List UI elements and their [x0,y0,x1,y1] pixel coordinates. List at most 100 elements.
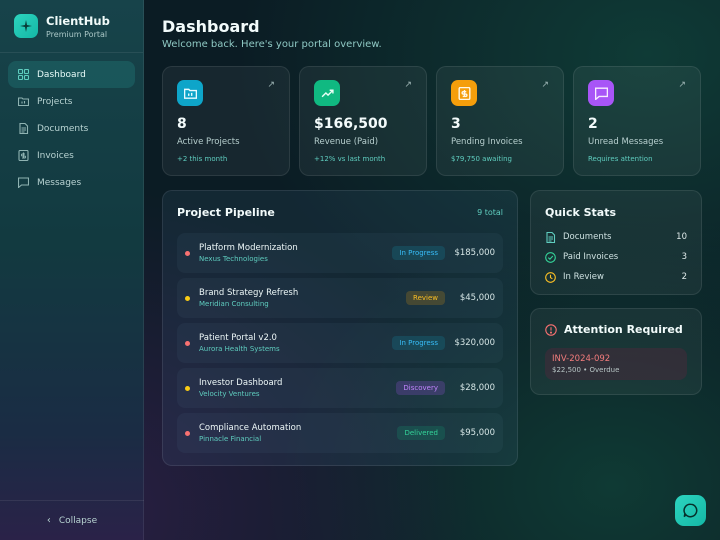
project-client: Pinnacle Financial [199,435,262,443]
brand: ClientHub Premium Portal [0,0,143,53]
status-badge: Review [406,291,445,305]
quick-stat-paid-invoices[interactable]: Paid Invoices 3 [545,247,687,267]
table-row[interactable]: Patient Portal v2.0 Aurora Health System… [177,323,503,363]
brand-subtitle: Premium Portal [46,29,108,39]
project-name: Investor Dashboard [199,378,283,388]
panel-title: Quick Stats [545,206,617,219]
pipeline-total: 9 total [477,208,503,217]
table-row[interactable]: Compliance Automation Pinnacle Financial… [177,413,503,453]
overdue-invoice-item[interactable]: INV-2024-092 $22,500 • Overdue [545,348,687,380]
document-icon [546,231,556,243]
stat-card-unread-messages[interactable]: ↗ 2 Unread Messages Requires attention [573,66,701,176]
project-amount: $95,000 [459,428,495,438]
project-client: Meridian Consulting [199,300,269,308]
invoice-meta: $22,500 • Overdue [552,366,620,374]
stat-card-revenue[interactable]: ↗ $166,500 Revenue (Paid) +12% vs last m… [299,66,427,176]
project-client: Aurora Health Systems [199,345,280,353]
stat-value: $166,500 [314,116,388,132]
pipeline-list: Platform Modernization Nexus Technologie… [177,233,503,453]
status-badge: Delivered [397,426,445,440]
status-badge: Discovery [396,381,445,395]
status-dot [185,385,190,391]
status-badge: In Progress [392,336,445,350]
project-name: Brand Strategy Refresh [199,288,299,298]
page-title: Dashboard [162,17,260,36]
quick-stat-count: 10 [676,232,687,242]
status-dot [185,340,190,346]
quick-stat-count: 2 [681,272,687,282]
project-amount: $320,000 [454,338,495,348]
invoice-icon [451,80,477,106]
sidebar-item-label: Dashboard [37,69,86,80]
page-subtitle: Welcome back. Here's your portal overvie… [162,39,382,50]
sidebar-item-label: Messages [37,177,82,188]
sidebar-item-projects[interactable]: Projects [8,88,135,115]
sidebar: ClientHub Premium Portal Dashboard Proje… [0,0,144,540]
stat-note: +2 this month [177,155,228,163]
status-dot [185,250,190,256]
alert-circle-icon [545,323,557,336]
sidebar-item-label: Invoices [37,150,74,161]
quick-stat-label: Paid Invoices [563,252,619,262]
arrow-up-right-icon: ↗ [541,80,549,90]
chat-bubble-icon [683,503,698,518]
project-amount: $45,000 [459,293,495,303]
folder-icon [18,97,29,107]
stat-value: 3 [451,116,461,132]
clock-icon [545,271,556,283]
stat-note: Requires attention [588,155,653,163]
collapse-label: Collapse [58,515,98,526]
sidebar-item-invoices[interactable]: Invoices [8,142,135,169]
document-icon [19,123,29,134]
sidebar-item-label: Projects [37,96,73,107]
quick-stat-documents[interactable]: Documents 10 [545,227,687,247]
stat-label: Unread Messages [588,137,664,147]
grid-icon [18,69,29,80]
status-dot [185,430,190,436]
quick-stat-in-review[interactable]: In Review 2 [545,267,687,287]
quick-stat-label: In Review [563,272,604,282]
project-client: Nexus Technologies [199,255,268,263]
message-icon [588,80,614,106]
arrow-up-right-icon: ↗ [267,80,275,90]
sidebar-nav: Dashboard Projects Documents Invoices Me… [0,53,143,204]
check-circle-icon [545,251,556,263]
project-name: Compliance Automation [199,423,302,433]
brand-title: ClientHub [46,13,110,28]
stat-note: $79,750 awaiting [451,155,512,163]
brand-logo-icon [14,14,38,38]
quick-stat-count: 3 [681,252,687,262]
project-amount: $185,000 [454,248,495,258]
stat-card-active-projects[interactable]: ↗ 8 Active Projects +2 this month [162,66,290,176]
table-row[interactable]: Brand Strategy Refresh Meridian Consulti… [177,278,503,318]
sidebar-item-documents[interactable]: Documents [8,115,135,142]
project-client: Velocity Ventures [199,390,260,398]
message-icon [18,177,29,188]
quick-stat-label: Documents [563,232,612,242]
sidebar-item-messages[interactable]: Messages [8,169,135,196]
stat-card-pending-invoices[interactable]: ↗ 3 Pending Invoices $79,750 awaiting [436,66,564,176]
quick-stats-panel: Quick Stats Documents 10 Paid Invoices 3… [530,190,702,295]
table-row[interactable]: Platform Modernization Nexus Technologie… [177,233,503,273]
arrow-up-right-icon: ↗ [678,80,686,90]
sidebar-item-dashboard[interactable]: Dashboard [8,61,135,88]
arrow-up-right-icon: ↗ [404,80,412,90]
project-amount: $28,000 [459,383,495,393]
chat-button[interactable] [675,495,706,526]
invoice-icon [18,150,29,161]
stat-value: 8 [177,116,187,132]
stat-value: 2 [588,116,598,132]
folder-icon [177,80,203,106]
stat-label: Revenue (Paid) [314,137,379,147]
panel-title: Attention Required [564,323,683,336]
stat-note: +12% vs last month [314,155,386,163]
invoice-id: INV-2024-092 [552,354,611,364]
chevron-left-icon: ‹ [46,515,51,526]
project-pipeline-panel: Project Pipeline 9 total Platform Modern… [162,190,518,466]
collapse-button[interactable]: ‹ Collapse [0,500,144,540]
project-name: Platform Modernization [199,243,298,253]
trending-up-icon [314,80,340,106]
status-dot [185,295,190,301]
stat-label: Pending Invoices [451,137,523,147]
table-row[interactable]: Investor Dashboard Velocity Ventures Dis… [177,368,503,408]
